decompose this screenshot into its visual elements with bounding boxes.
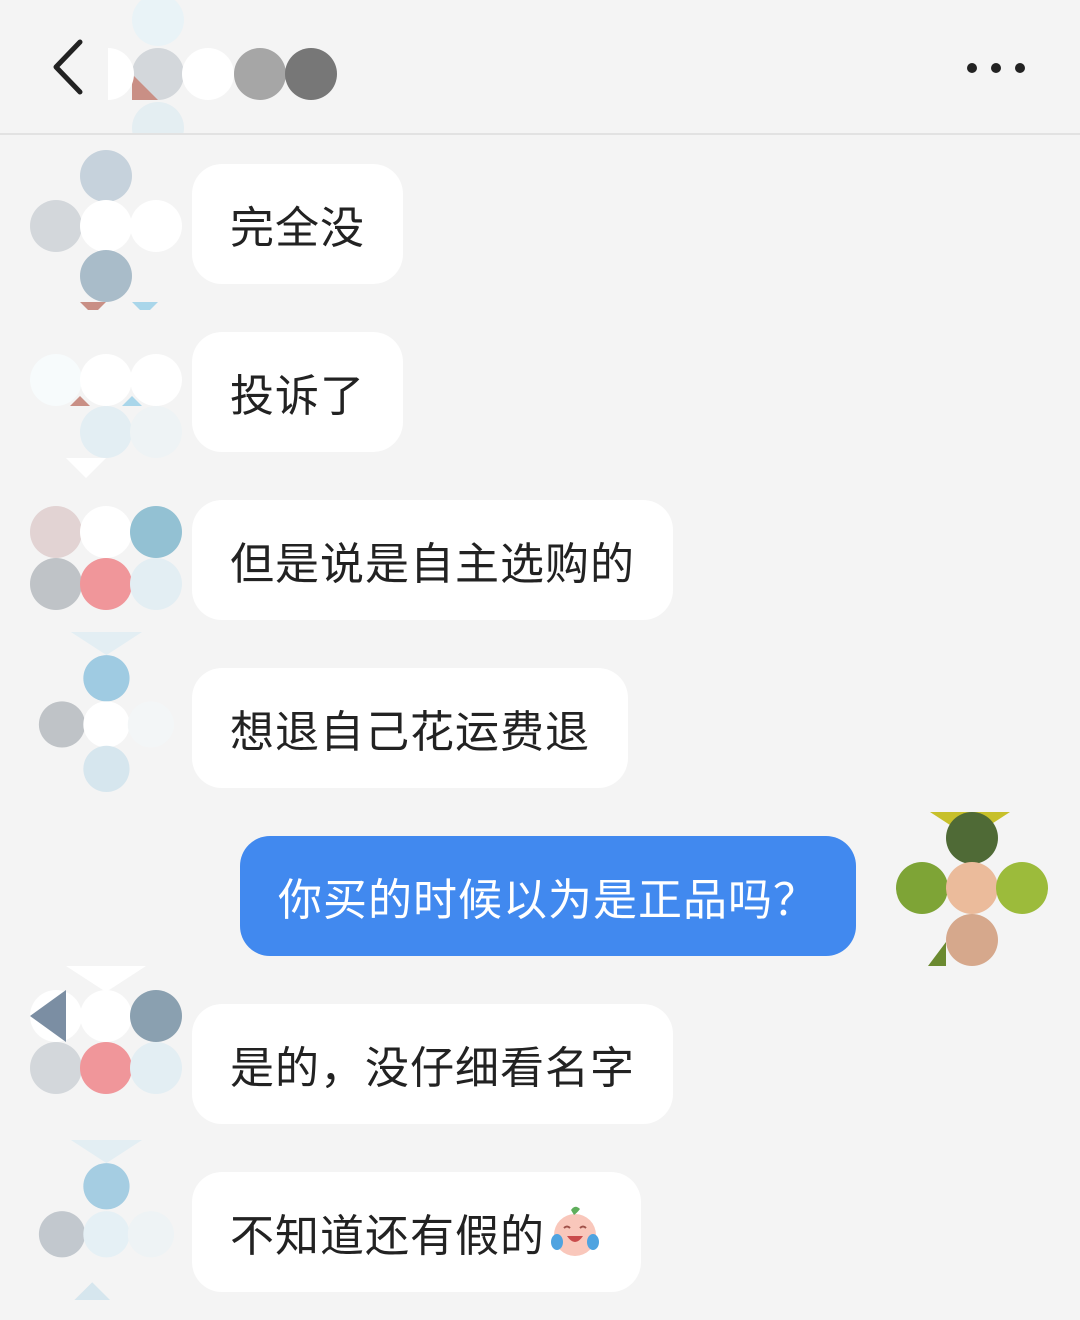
crying-laughing-emoji-icon: [551, 1206, 599, 1256]
contact-name-obscured: [108, 0, 337, 133]
message-bubble[interactable]: 但是说是自主选购的: [192, 500, 673, 620]
avatar[interactable]: [30, 320, 190, 480]
message-bubble[interactable]: 是的，没仔细看名字: [192, 1004, 673, 1124]
avatar-self[interactable]: [894, 812, 1054, 972]
message-text: 但是说是自主选购的: [230, 539, 635, 590]
avatar[interactable]: [30, 150, 190, 310]
avatar[interactable]: [30, 966, 190, 1126]
message-text: 想退自己花运费退: [230, 707, 590, 758]
message-bubble-outgoing[interactable]: 你买的时候以为是正品吗？: [240, 836, 856, 956]
chat-header: [0, 0, 1080, 135]
message-bubble[interactable]: 不知道还有假的: [192, 1172, 641, 1292]
message-text: 你买的时候以为是正品吗？: [278, 875, 818, 926]
avatar[interactable]: [30, 480, 190, 640]
avatar[interactable]: [30, 1140, 190, 1300]
message-text: 不知道还有假的: [230, 1211, 545, 1262]
avatar[interactable]: [30, 632, 190, 792]
message-bubble[interactable]: 投诉了: [192, 332, 403, 452]
message-bubble[interactable]: 想退自己花运费退: [192, 668, 628, 788]
chevron-left-icon[interactable]: [46, 36, 96, 98]
message-bubble[interactable]: 完全没: [192, 164, 403, 284]
message-text: 投诉了: [230, 371, 365, 422]
more-horizontal-icon[interactable]: [960, 46, 1036, 90]
message-text: 完全没: [230, 203, 365, 254]
message-text: 是的，没仔细看名字: [230, 1043, 635, 1094]
